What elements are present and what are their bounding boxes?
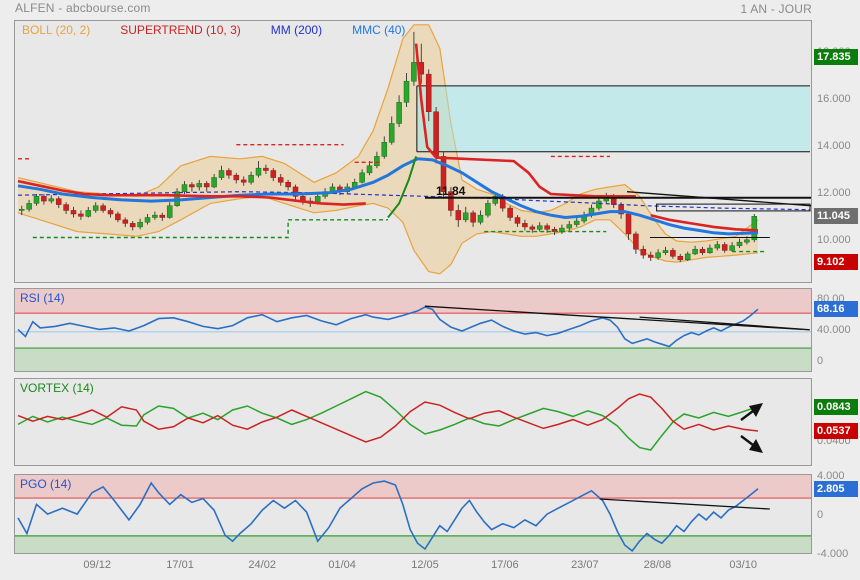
resistance-zone-box — [417, 86, 810, 152]
date-axis-label: 09/12 — [69, 559, 125, 571]
price-badge: 9.102 — [814, 254, 858, 270]
pgo-axis-label: 0 — [817, 509, 823, 521]
pgo-panel[interactable] — [14, 474, 812, 554]
rsi-panel-label: RSI (14) — [20, 291, 65, 305]
date-axis-label: 24/02 — [234, 559, 290, 571]
date-axis-label: 23/07 — [557, 559, 613, 571]
rsi-value-badge: 68.16 — [814, 301, 858, 317]
date-axis-label: 03/10 — [715, 559, 771, 571]
timeframe-label: 1 AN - JOUR — [740, 2, 812, 16]
date-axis-label: 28/08 — [629, 559, 685, 571]
vortex-panel-label: VORTEX (14) — [20, 381, 94, 395]
vortex-value-badge: 0.0843 — [814, 399, 858, 415]
price-badge: 11.045 — [814, 208, 858, 224]
legend-item-mmc40[interactable]: MMC (40) — [352, 23, 405, 37]
legend-item-boll[interactable]: BOLL (20, 2) — [22, 23, 90, 37]
date-axis-label: 01/04 — [314, 559, 370, 571]
main-panel[interactable] — [14, 20, 812, 283]
rsi-panel[interactable] — [14, 288, 812, 372]
legend-item-mm200[interactable]: MM (200) — [271, 23, 322, 37]
chart-canvas[interactable] — [0, 0, 860, 580]
price-axis-label: 10.000 — [817, 234, 851, 246]
date-axis-label: 12/05 — [397, 559, 453, 571]
page-title: ALFEN - abcbourse.com — [15, 1, 151, 15]
pgo-axis-label: -4.000 — [817, 548, 848, 560]
price-axis-label: 12.000 — [817, 187, 851, 199]
price-axis-label: 14.000 — [817, 140, 851, 152]
rsi-axis-label: 0 — [817, 355, 823, 367]
price-badge: 17.835 — [814, 49, 858, 65]
date-axis-label: 17/06 — [477, 559, 533, 571]
pgo-panel-label: PGO (14) — [20, 477, 71, 491]
vortex-panel[interactable] — [14, 378, 812, 466]
indicator-legend: BOLL (20, 2) SUPERTREND (10, 3) MM (200)… — [22, 23, 405, 37]
price-level-annotation: 11.84 — [436, 184, 465, 198]
date-axis-label: 17/01 — [152, 559, 208, 571]
rsi-axis-label: 40.000 — [817, 324, 851, 336]
chart-application: { "header":{"title":"ALFEN - abcbourse.c… — [0, 0, 860, 580]
legend-item-supertrend[interactable]: SUPERTREND (10, 3) — [120, 23, 240, 37]
pgo-value-badge: 2.805 — [814, 481, 858, 497]
price-axis-label: 16.000 — [817, 93, 851, 105]
vortex-value-badge: 0.0537 — [814, 423, 858, 439]
